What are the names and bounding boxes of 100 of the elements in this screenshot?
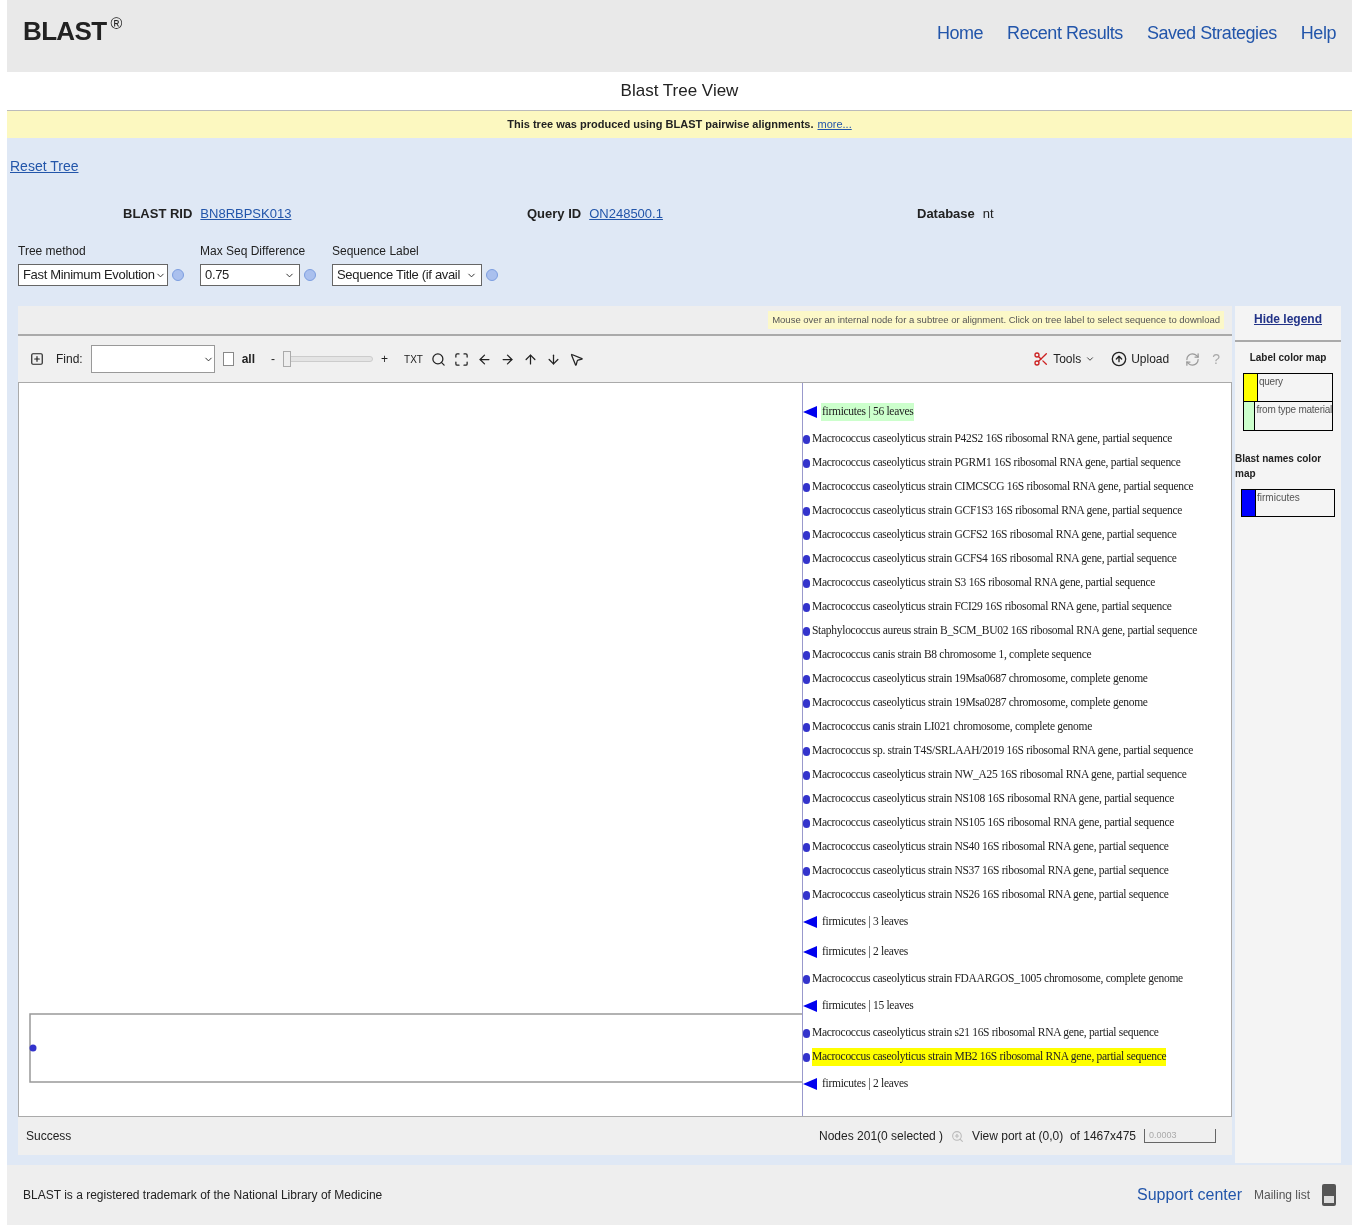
node-icon[interactable] (803, 530, 810, 540)
tree-leaf-label[interactable]: Macrococcus caseolyticus strain PGRM1 16S ribosomal RNA gene, partial sequence (812, 454, 1181, 472)
tree-leaf-label[interactable]: Macrococcus caseolyticus strain GCF1S3 16S ribosomal RNA gene, partial sequence (812, 502, 1183, 520)
tree-leaf-label[interactable]: Macrococcus caseolyticus strain NS40 16S ribosomal RNA gene, partial sequence (812, 838, 1169, 856)
option-select[interactable]: Fast Minimum Evolution (18, 264, 168, 286)
scissors-icon (1033, 351, 1050, 367)
node-icon[interactable] (803, 722, 810, 732)
tree-group-label[interactable]: firmicutes | 2 leaves (821, 943, 909, 961)
collapsed-node-icon[interactable] (803, 916, 817, 928)
tree-leaf-label[interactable]: Macrococcus caseolyticus strain NS37 16S ribosomal RNA gene, partial sequence (812, 862, 1169, 880)
nav-link[interactable]: Saved Strategies (1146, 20, 1277, 47)
legend-title: Label color map (1235, 340, 1341, 365)
tools-button[interactable]: Tools (1033, 350, 1096, 368)
support-link[interactable]: Support center (1137, 1183, 1242, 1207)
nav-link[interactable]: Help (1300, 20, 1336, 47)
info-link[interactable]: ON248500.1 (589, 204, 663, 224)
tree-leaf-label[interactable]: Macrococcus caseolyticus strain GCFS4 16S ribosomal RNA gene, partial sequence (812, 550, 1177, 568)
node-icon[interactable] (803, 890, 810, 900)
mailing-list-link[interactable]: Mailing list (1254, 1186, 1310, 1204)
tree-leaf-label[interactable]: Macrococcus caseolyticus strain MB2 16S ribosomal RNA gene, partial sequence (812, 1048, 1167, 1066)
zoom-in-button[interactable]: + (381, 350, 389, 368)
arrow-right-icon[interactable] (499, 351, 515, 367)
option-select[interactable]: 0.75 (200, 264, 300, 286)
arrow-down-icon[interactable] (545, 351, 561, 367)
node-icon[interactable] (803, 974, 810, 984)
hide-legend-link[interactable]: Hide legend (1254, 310, 1322, 328)
legend-label: query (1258, 375, 1283, 389)
video-icon[interactable] (1322, 1184, 1336, 1206)
collapsed-node-icon[interactable] (803, 946, 817, 958)
tree-group-label[interactable]: firmicutes | 56 leaves (821, 403, 915, 421)
nav-link[interactable]: Recent Results (1007, 20, 1123, 47)
collapsed-node-icon[interactable] (803, 1078, 817, 1090)
node-icon[interactable] (803, 482, 810, 492)
node-icon[interactable] (803, 674, 810, 684)
upload-button[interactable]: Upload (1111, 350, 1170, 368)
zoom-out-button[interactable]: - (271, 350, 276, 368)
node-icon[interactable] (803, 626, 810, 636)
tree-leaf-label[interactable]: Macrococcus caseolyticus strain NS105 16S ribosomal RNA gene, partial sequence (812, 814, 1175, 832)
node-icon[interactable] (803, 578, 810, 588)
tree-group-label[interactable]: firmicutes | 2 leaves (821, 1075, 909, 1093)
fit-icon[interactable] (453, 351, 469, 367)
tree-leaf-label[interactable]: Macrococcus caseolyticus strain 19Msa0687 chromosome, complete genome (812, 670, 1148, 688)
node-icon[interactable] (803, 434, 810, 444)
zoom-slider[interactable] (283, 351, 374, 367)
tree-group-label[interactable]: firmicutes | 3 leaves (821, 913, 909, 931)
collapsed-node-icon[interactable] (803, 406, 817, 418)
tree-group-label[interactable]: firmicutes | 15 leaves (821, 997, 915, 1015)
node-icon[interactable] (803, 506, 810, 516)
node-icon[interactable] (803, 818, 810, 828)
pointer-icon[interactable] (568, 351, 584, 367)
search-icon[interactable] (430, 351, 446, 367)
blast-logo[interactable]: BLAST (23, 12, 107, 51)
hint-text: Mouse over an internal node for a subtree or alignment. Click on tree label to select sequence to download (768, 310, 1224, 330)
viewport-info: View port at (0,0) of 1467x475 (972, 1128, 1136, 1145)
info-link[interactable]: BN8RBPSK013 (200, 204, 292, 224)
tree-leaf-label[interactable]: Macrococcus caseolyticus strain FDAARGOS_1005 chromosome, complete genome (812, 970, 1183, 988)
node-icon[interactable] (803, 770, 810, 780)
tree-leaf-label[interactable]: Macrococcus caseolyticus strain FCI29 16S ribosomal RNA gene, partial sequence (812, 598, 1172, 616)
text-export-button[interactable]: TXT (404, 351, 423, 367)
tree-leaf-label[interactable]: Macrococcus caseolyticus strain GCFS2 16S ribosomal RNA gene, partial sequence (812, 526, 1177, 544)
node-icon[interactable] (803, 794, 810, 804)
all-label: all (241, 351, 256, 368)
option-label: Max Seq Difference (200, 243, 307, 260)
all-checkbox[interactable] (222, 352, 234, 366)
expand-icon[interactable] (30, 352, 44, 366)
tree-leaf-label[interactable]: Macrococcus sp. strain T4S/SRLAAH/2019 16S ribosomal RNA gene, partial sequence (812, 742, 1194, 760)
tree-leaf-label[interactable]: Macrococcus caseolyticus strain 19Msa0287 chromosome, complete genome (812, 694, 1148, 712)
legend-label: firmicutes (1256, 491, 1300, 505)
nav-link[interactable]: Home (936, 20, 984, 47)
page-title: Blast Tree View (620, 80, 739, 103)
node-icon[interactable] (803, 650, 810, 660)
node-icon[interactable] (803, 746, 810, 756)
tree-leaf-label[interactable]: Macrococcus caseolyticus strain S3 16S ribosomal RNA gene, partial sequence (812, 574, 1156, 592)
node-icon[interactable] (803, 842, 810, 852)
slider-thumb[interactable] (283, 351, 292, 367)
tree-leaf-label[interactable]: Staphylococcus aureus strain B_SCM_BU02 16S ribosomal RNA gene, partial sequence (812, 622, 1198, 640)
zoom-icon (951, 1129, 965, 1143)
tree-leaf-label[interactable]: Macrococcus canis strain B8 chromosome 1, complete sequence (812, 646, 1092, 664)
tree-leaf-label[interactable]: Macrococcus caseolyticus strain NS26 16S ribosomal RNA gene, partial sequence (812, 886, 1169, 904)
more-link[interactable]: more... (817, 116, 852, 133)
node-icon[interactable] (803, 602, 810, 612)
node-icon[interactable] (803, 698, 810, 708)
tree-leaf-label[interactable]: Macrococcus caseolyticus strain CIMCSCG 16S ribosomal RNA gene, partial sequence (812, 478, 1194, 496)
tree-leaf-label[interactable]: Macrococcus caseolyticus strain P42S2 16S ribosomal RNA gene, partial sequence (812, 430, 1173, 448)
node-icon[interactable] (803, 1052, 810, 1062)
reset-tree-link[interactable]: Reset Tree (10, 158, 79, 174)
node-icon[interactable] (803, 866, 810, 876)
find-field[interactable] (90, 345, 215, 373)
tree-leaf-label[interactable]: Macrococcus canis strain LI021 chromosome, complete genome (812, 718, 1092, 736)
node-icon[interactable] (803, 554, 810, 564)
node-icon[interactable] (803, 458, 810, 468)
info-label: Query ID (527, 205, 582, 224)
caret-icon (1085, 354, 1096, 364)
tree-leaf-label[interactable]: Macrococcus caseolyticus strain NS108 16S ribosomal RNA gene, partial sequence (812, 790, 1175, 808)
node-icon[interactable] (803, 1028, 810, 1038)
collapsed-node-icon[interactable] (803, 1000, 817, 1012)
scale-bar: 0.0003 (1144, 1128, 1216, 1144)
tree-leaf-label[interactable]: Macrococcus caseolyticus strain NW_A25 16S ribosomal RNA gene, partial sequence (812, 766, 1187, 784)
option-select[interactable]: Sequence Title (if avail (332, 264, 482, 286)
tree-leaf-label[interactable]: Macrococcus caseolyticus strain s21 16S ribosomal RNA gene, partial sequence (812, 1024, 1159, 1042)
